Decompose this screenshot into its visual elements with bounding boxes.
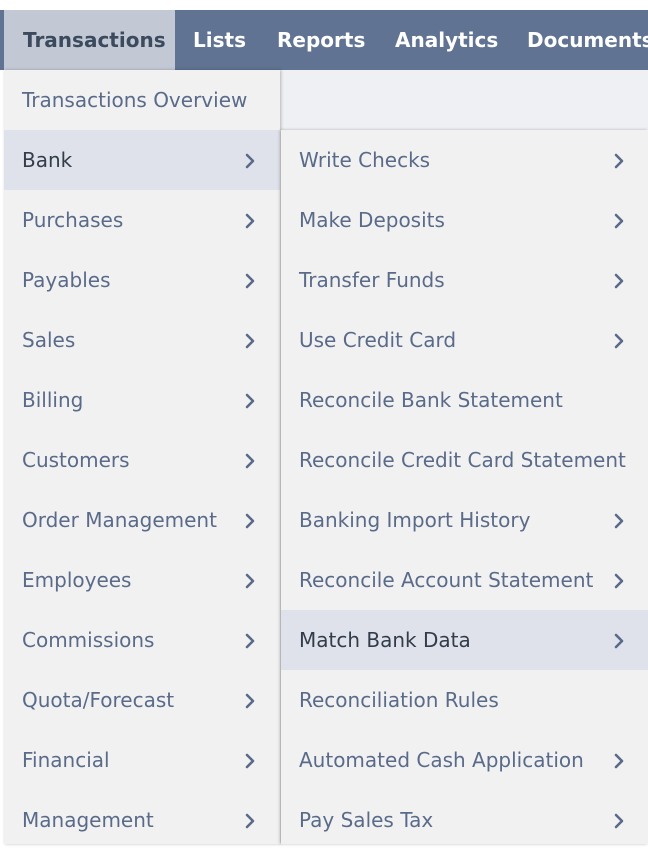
menu-item-label: Customers (22, 448, 130, 472)
submenu-item-match-bank-data[interactable]: Match Bank Data (281, 610, 648, 670)
chevron-right-icon (613, 550, 627, 610)
chevron-right-icon (613, 190, 627, 250)
menu-item-label: Financial (22, 748, 110, 772)
menu-item-quota-forecast[interactable]: Quota/Forecast (4, 670, 280, 730)
submenu-item-reconciliation-rules[interactable]: Reconciliation Rules (281, 670, 648, 730)
menu-item-label: Transactions Overview (22, 88, 248, 112)
chevron-right-icon (244, 430, 258, 490)
chevron-right-icon (244, 550, 258, 610)
menu-item-order-management[interactable]: Order Management (4, 490, 280, 550)
menu-item-label: Bank (22, 148, 73, 172)
submenu-item-reconcile-credit-card-statement[interactable]: Reconcile Credit Card Statement (281, 430, 648, 490)
top-nav-bar: Transactions Lists Reports Analytics Doc… (0, 10, 648, 70)
chevron-right-icon (613, 250, 627, 310)
submenu-item-label: Reconciliation Rules (299, 688, 499, 712)
menu-item-label: Quota/Forecast (22, 688, 175, 712)
bank-submenu: Write Checks Make Deposits Transfer Funds U… (281, 130, 648, 844)
submenu-item-label: Banking Import History (299, 508, 531, 532)
menu-item-label: Billing (22, 388, 84, 412)
chevron-right-icon (244, 490, 258, 550)
chevron-right-icon (244, 310, 258, 370)
submenu-item-pay-sales-tax[interactable]: Pay Sales Tax (281, 790, 648, 850)
page-background (280, 70, 648, 130)
submenu-item-reconcile-account-statement[interactable]: Reconcile Account Statement (281, 550, 648, 610)
chevron-right-icon (244, 790, 258, 850)
menu-item-employees[interactable]: Employees (4, 550, 280, 610)
chevron-right-icon (244, 370, 258, 430)
submenu-item-automated-cash-application[interactable]: Automated Cash Application (281, 730, 648, 790)
menu-item-billing[interactable]: Billing (4, 370, 280, 430)
chevron-right-icon (244, 610, 258, 670)
menu-item-label: Management (22, 808, 154, 832)
submenu-item-write-checks[interactable]: Write Checks (281, 130, 648, 190)
submenu-item-banking-import-history[interactable]: Banking Import History (281, 490, 648, 550)
submenu-item-label: Reconcile Credit Card Statement (299, 448, 626, 472)
menu-item-label: Payables (22, 268, 111, 292)
submenu-item-label: Pay Sales Tax (299, 808, 434, 832)
chevron-right-icon (244, 190, 258, 250)
menu-item-transactions-overview[interactable]: Transactions Overview (4, 70, 280, 130)
chevron-right-icon (613, 610, 627, 670)
transactions-menu: Transactions Overview Bank Purchases Payabl… (4, 70, 280, 844)
submenu-item-label: Transfer Funds (299, 268, 445, 292)
chevron-right-icon (244, 730, 258, 790)
nav-tab-documents[interactable]: Documents (527, 10, 648, 70)
submenu-item-label: Reconcile Bank Statement (299, 388, 563, 412)
chevron-right-icon (244, 250, 258, 310)
menu-item-label: Commissions (22, 628, 155, 652)
submenu-item-transfer-funds[interactable]: Transfer Funds (281, 250, 648, 310)
submenu-item-label: Write Checks (299, 148, 431, 172)
chevron-right-icon (244, 670, 258, 730)
submenu-item-label: Make Deposits (299, 208, 445, 232)
chevron-right-icon (613, 730, 627, 790)
chevron-right-icon (613, 490, 627, 550)
menu-item-commissions[interactable]: Commissions (4, 610, 280, 670)
menu-item-financial[interactable]: Financial (4, 730, 280, 790)
nav-tab-reports[interactable]: Reports (277, 10, 365, 70)
menu-item-purchases[interactable]: Purchases (4, 190, 280, 250)
submenu-item-label: Match Bank Data (299, 628, 471, 652)
nav-tab-transactions[interactable]: Transactions (4, 10, 175, 70)
menu-item-bank[interactable]: Bank (4, 130, 280, 190)
menu-item-sales[interactable]: Sales (4, 310, 280, 370)
menu-item-label: Order Management (22, 508, 217, 532)
submenu-item-reconcile-bank-statement[interactable]: Reconcile Bank Statement (281, 370, 648, 430)
menu-item-label: Sales (22, 328, 76, 352)
submenu-item-label: Automated Cash Application (299, 748, 584, 772)
submenu-item-label: Reconcile Account Statement (299, 568, 594, 592)
menu-item-label: Purchases (22, 208, 124, 232)
submenu-item-make-deposits[interactable]: Make Deposits (281, 190, 648, 250)
nav-tab-analytics[interactable]: Analytics (395, 10, 498, 70)
menu-item-management[interactable]: Management (4, 790, 280, 850)
chevron-right-icon (613, 310, 627, 370)
chevron-right-icon (613, 790, 627, 850)
submenu-item-label: Use Credit Card (299, 328, 457, 352)
chevron-right-icon (613, 130, 627, 190)
menu-item-customers[interactable]: Customers (4, 430, 280, 490)
nav-tab-lists[interactable]: Lists (193, 10, 246, 70)
submenu-item-use-credit-card[interactable]: Use Credit Card (281, 310, 648, 370)
chevron-right-icon (244, 130, 258, 190)
menu-item-payables[interactable]: Payables (4, 250, 280, 310)
menu-item-label: Employees (22, 568, 132, 592)
